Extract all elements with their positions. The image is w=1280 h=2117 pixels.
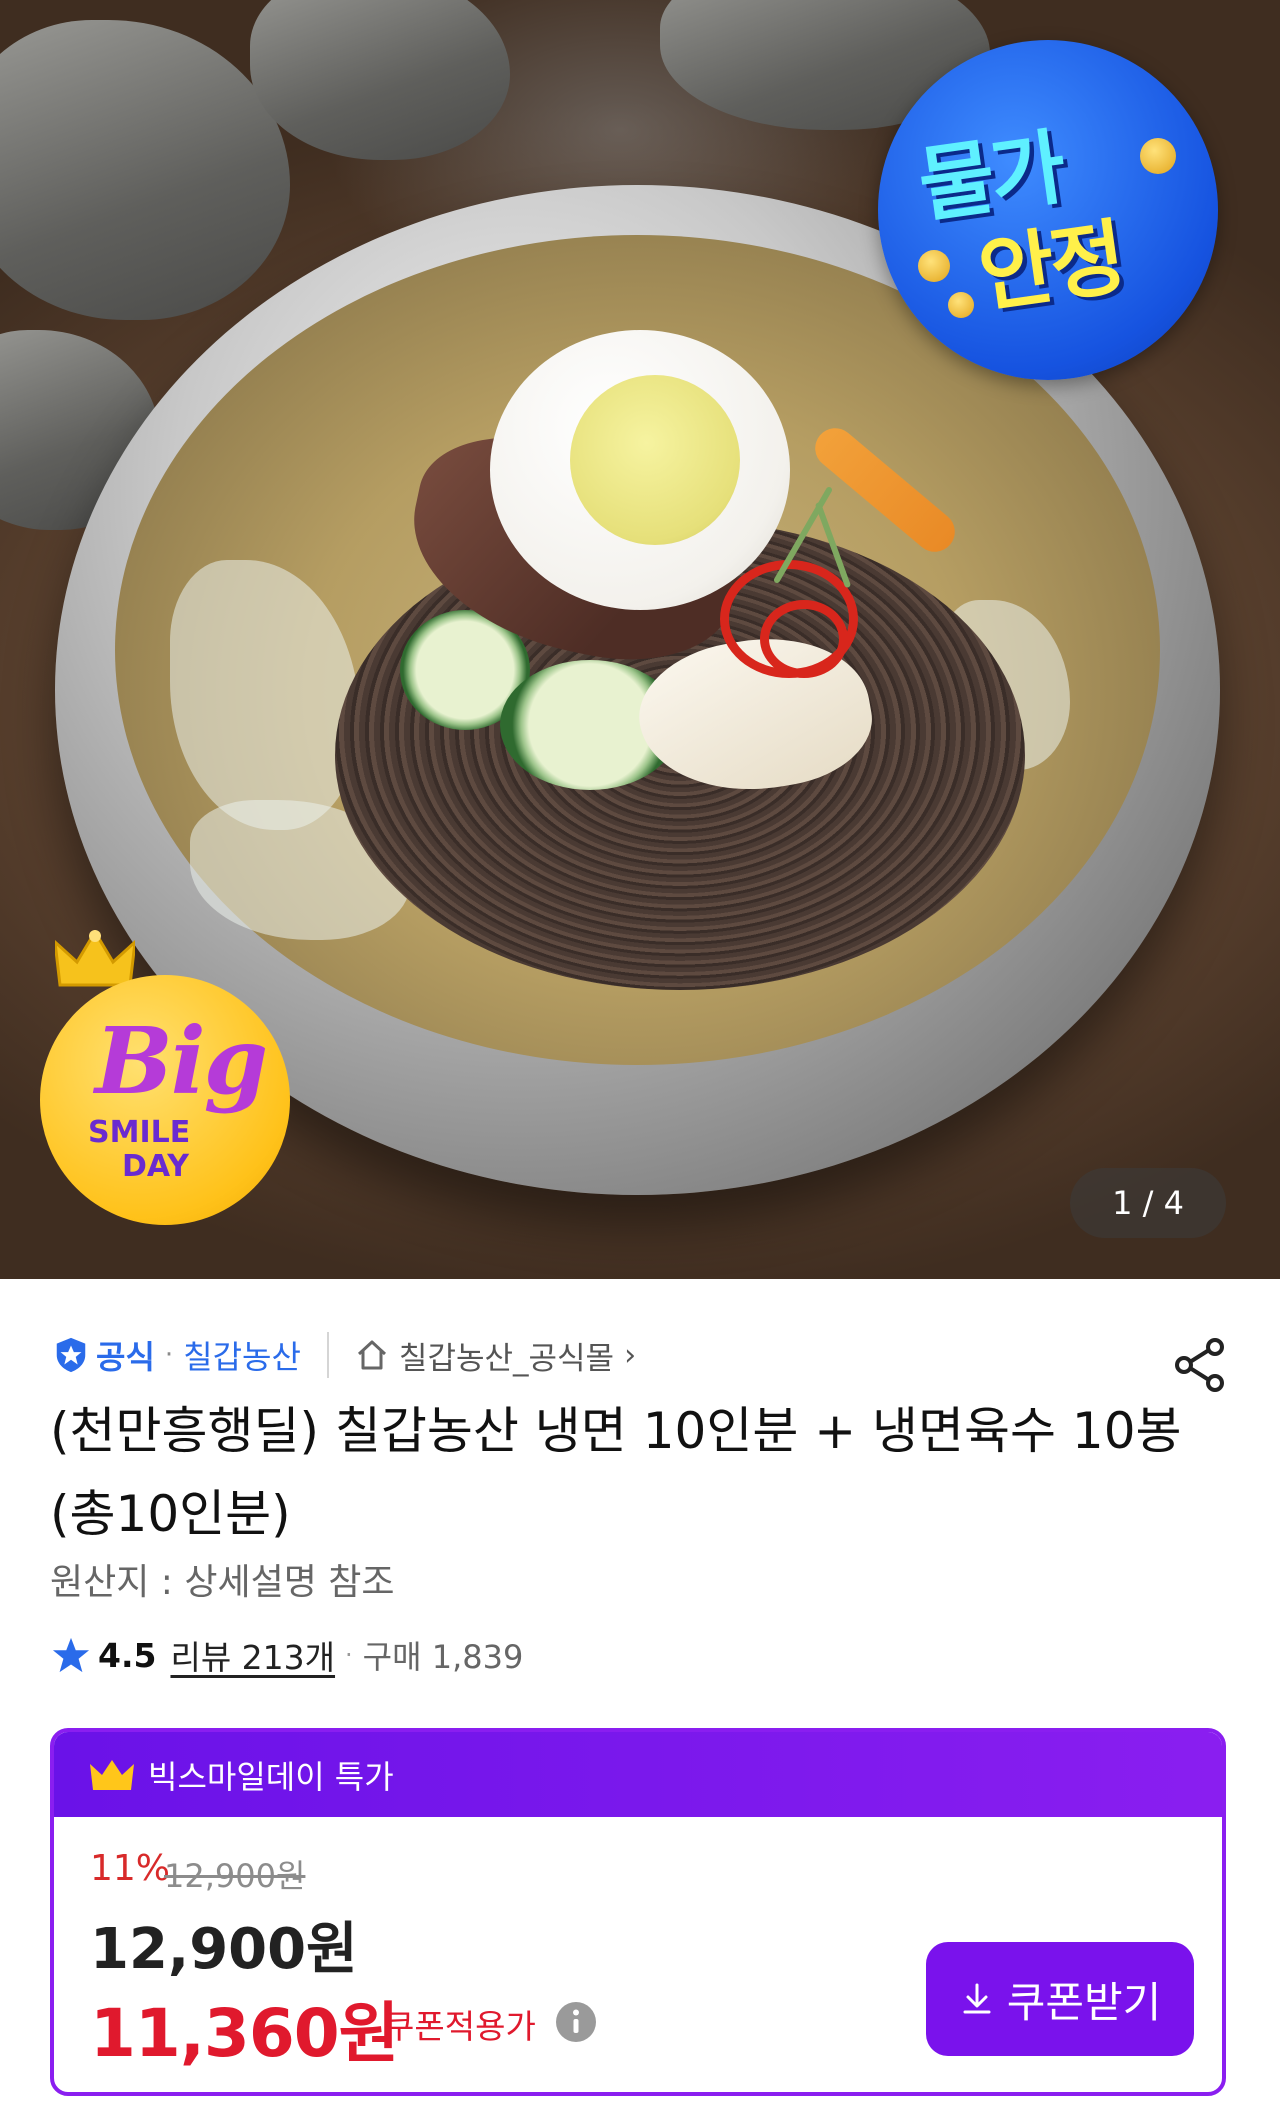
star-icon <box>52 1637 90 1673</box>
image-pager: 1 / 4 <box>1070 1168 1226 1238</box>
badge-smile-text: SMILE <box>88 1115 191 1150</box>
discount-rate: 11% <box>90 1848 171 1889</box>
official-shield-icon <box>56 1337 86 1373</box>
badge-big-text: Big <box>95 1007 268 1115</box>
origin-text: 원산지 : 상세설명 참조 <box>50 1562 395 1603</box>
special-price-box: 빅스마일데이 특가 11% 12,900원 12,900원 11,360원 쿠폰… <box>50 1728 1226 2096</box>
store-link[interactable]: 칠갑농산_공식몰 <box>399 1333 614 1378</box>
rating-row: 4.5 리뷰 213개 · 구매 1,839 <box>52 1630 523 1680</box>
stone-decoration <box>0 20 290 320</box>
red-pepper <box>760 600 848 678</box>
divider <box>326 1332 329 1378</box>
home-icon <box>357 1340 386 1370</box>
separator-dot: · <box>164 1340 174 1370</box>
download-icon <box>963 1983 991 2014</box>
purchase-count: 구매 1,839 <box>362 1638 524 1676</box>
stone-decoration <box>250 0 510 160</box>
coin-icon <box>948 292 974 318</box>
crown-icon <box>90 1759 134 1790</box>
coin-icon <box>918 250 950 282</box>
brand-link[interactable]: 칠갑농산 <box>183 1332 301 1378</box>
sale-price: 12,900원 <box>90 1917 358 1982</box>
coupon-applied-label: 쿠폰적용가 <box>384 2007 536 2046</box>
info-icon[interactable] <box>554 2000 598 2044</box>
get-coupon-label: 쿠폰받기 <box>1006 1977 1162 2027</box>
review-count-link[interactable]: 리뷰 213개 <box>170 1631 335 1679</box>
egg-yolk <box>570 375 740 545</box>
coin-icon <box>1140 138 1176 174</box>
get-coupon-button[interactable]: 쿠폰받기 <box>926 1942 1194 2056</box>
original-price: 12,900원 <box>164 1857 306 1895</box>
badge-day-text: DAY <box>122 1149 189 1184</box>
rating-score: 4.5 <box>98 1635 157 1675</box>
seller-row: 공식 · 칠갑농산 칠갑농산_공식몰 › <box>52 1330 1152 1380</box>
coupon-applied-price: 11,360원 <box>90 1995 399 2072</box>
big-smile-day-badge: Big SMILE DAY <box>40 975 290 1225</box>
product-title: (천만흥행딜) 칠갑농산 냉면 10인분 + 냉면육수 10봉 (총10인분) <box>50 1402 1182 1543</box>
price-box-header: 빅스마일데이 특가 <box>54 1732 1222 1817</box>
chevron-right-icon: › <box>624 1337 637 1373</box>
official-label: 공식 <box>96 1338 155 1376</box>
badge-line-2: 안정 <box>973 210 1128 325</box>
price-stability-badge: 물가 안정 <box>878 40 1218 380</box>
product-image[interactable]: 물가 안정 Big SMILE DAY 1 / 4 <box>0 0 1280 1279</box>
price-box-title: 빅스마일데이 특가 <box>148 1757 394 1796</box>
separator-dot: · <box>345 1641 353 1669</box>
share-icon[interactable] <box>1170 1335 1230 1395</box>
